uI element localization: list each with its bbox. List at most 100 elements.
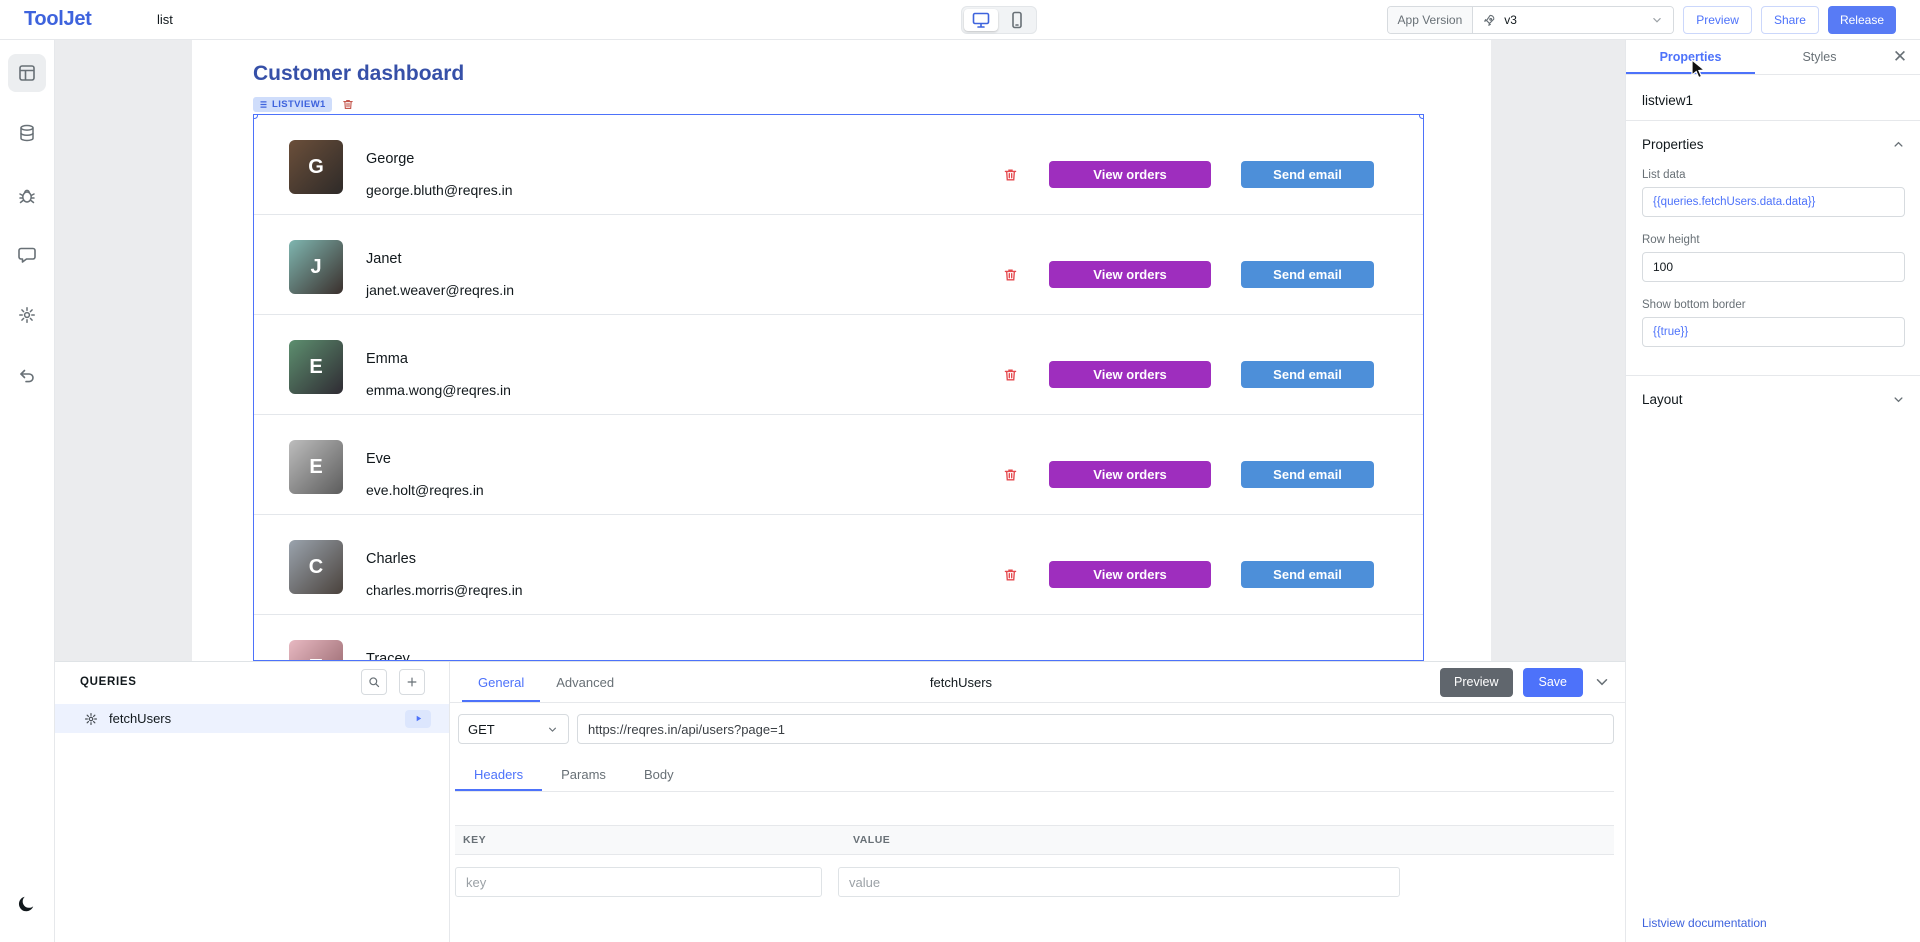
view-orders-button[interactable]: View orders: [1049, 561, 1211, 588]
list-data-input[interactable]: [1642, 187, 1905, 217]
header-key-input[interactable]: [455, 867, 822, 897]
delete-row-icon[interactable]: [1002, 564, 1022, 586]
listview-documentation-link[interactable]: Listview documentation: [1642, 916, 1767, 930]
device-toggle: [961, 6, 1037, 34]
avatar-initial: J: [310, 256, 321, 279]
tab-general[interactable]: General: [462, 662, 540, 702]
query-editor: General Advanced fetchUsers Preview Save…: [450, 662, 1625, 942]
headers-input-row: [455, 867, 1614, 897]
search-query-button[interactable]: [361, 669, 387, 695]
pages-icon[interactable]: [8, 54, 46, 92]
debugger-icon[interactable]: [8, 176, 46, 214]
delete-row-icon[interactable]: [1002, 264, 1022, 286]
header-value-input[interactable]: [838, 867, 1400, 897]
section-properties[interactable]: Properties: [1626, 137, 1920, 152]
page-title: Customer dashboard: [253, 62, 464, 86]
send-email-button[interactable]: Send email: [1241, 561, 1374, 588]
app-name[interactable]: list: [157, 12, 173, 27]
close-icon[interactable]: ✕: [1888, 45, 1912, 69]
query-panel: QUERIES fetchUsers: [55, 661, 1625, 942]
request-tabs: Headers Params Body: [455, 758, 1614, 792]
tab-headers[interactable]: Headers: [455, 758, 542, 791]
plus-icon: [405, 675, 419, 689]
delete-row-icon[interactable]: [1002, 164, 1022, 186]
desktop-view-button[interactable]: [964, 9, 998, 31]
comments-icon[interactable]: [8, 236, 46, 274]
avatar-initial: C: [309, 556, 323, 579]
app-canvas[interactable]: Customer dashboard LISTVIEW1 G George ge…: [192, 40, 1491, 661]
share-button[interactable]: Share: [1761, 6, 1819, 34]
field-label-list-data: List data: [1642, 169, 1904, 181]
undo-icon[interactable]: [8, 357, 46, 395]
tab-body[interactable]: Body: [625, 758, 693, 791]
moon-icon[interactable]: [8, 885, 46, 923]
resize-handle-top-right[interactable]: [1419, 114, 1424, 119]
database-icon[interactable]: [8, 114, 46, 152]
tab-styles[interactable]: Styles: [1755, 40, 1884, 74]
tab-params[interactable]: Params: [542, 758, 625, 791]
tab-advanced[interactable]: Advanced: [540, 662, 630, 702]
collapse-panel-icon[interactable]: [1593, 673, 1611, 691]
rest-api-icon: [83, 711, 99, 727]
app-version-control: App Version v3: [1387, 6, 1675, 34]
send-email-button[interactable]: Send email: [1241, 461, 1374, 488]
send-email-button[interactable]: Send email: [1241, 361, 1374, 388]
view-orders-button[interactable]: View orders: [1049, 461, 1211, 488]
customer-name: Janet: [366, 251, 401, 267]
mobile-icon: [1007, 10, 1027, 30]
customer-name: George: [366, 151, 414, 167]
widget-selection-toolbar: LISTVIEW1: [253, 97, 355, 112]
queries-title: QUERIES: [80, 676, 137, 688]
row-height-input[interactable]: [1642, 252, 1905, 282]
key-column-header: KEY: [455, 834, 838, 846]
view-orders-button[interactable]: View orders: [1049, 161, 1211, 188]
version-select[interactable]: v3: [1473, 7, 1673, 33]
tooljet-logo[interactable]: ToolJet: [24, 8, 92, 31]
avatar: E: [289, 440, 343, 494]
customer-name: Charles: [366, 551, 416, 567]
inspector-tabs: Properties Styles ✕: [1626, 40, 1920, 75]
value-column-header: VALUE: [838, 834, 890, 846]
customer-email: janet.weaver@reqres.in: [366, 282, 514, 298]
show-bottom-border-input[interactable]: [1642, 317, 1905, 347]
divider: [1626, 120, 1920, 121]
selected-widget-name: listview1: [1642, 93, 1904, 108]
add-query-button[interactable]: [399, 669, 425, 695]
section-layout[interactable]: Layout: [1626, 392, 1920, 407]
avatar: C: [289, 540, 343, 594]
query-preview-button[interactable]: Preview: [1440, 668, 1512, 697]
query-save-button[interactable]: Save: [1523, 668, 1584, 697]
widget-delete-icon[interactable]: [341, 97, 355, 112]
tab-properties[interactable]: Properties: [1626, 40, 1755, 74]
delete-row-icon[interactable]: [1002, 364, 1022, 386]
avatar: G: [289, 140, 343, 194]
query-name: fetchUsers: [109, 711, 171, 726]
request-row: GET: [458, 714, 1614, 744]
send-email-button[interactable]: Send email: [1241, 261, 1374, 288]
desktop-icon: [971, 10, 991, 30]
headers-table-header: KEY VALUE: [455, 825, 1614, 855]
settings-icon[interactable]: [8, 296, 46, 334]
field-label-row-height: Row height: [1642, 234, 1904, 246]
avatar: T: [289, 640, 343, 661]
http-method-select[interactable]: GET: [458, 714, 569, 744]
customer-email: emma.wong@reqres.in: [366, 382, 511, 398]
view-orders-button[interactable]: View orders: [1049, 261, 1211, 288]
send-email-button[interactable]: Send email: [1241, 161, 1374, 188]
run-query-icon[interactable]: [405, 710, 431, 728]
delete-row-icon[interactable]: [1002, 464, 1022, 486]
version-value: v3: [1504, 13, 1517, 27]
customer-email: george.bluth@reqres.in: [366, 182, 513, 198]
release-button[interactable]: Release: [1828, 6, 1896, 34]
url-input[interactable]: [577, 714, 1614, 744]
customer-name: Tracey: [366, 651, 410, 661]
listview-widget[interactable]: G George george.bluth@reqres.in View ord…: [253, 114, 1424, 661]
query-list-item-fetchusers[interactable]: fetchUsers: [55, 704, 449, 733]
widget-badge: LISTVIEW1: [253, 97, 332, 112]
preview-button[interactable]: Preview: [1683, 6, 1752, 34]
mobile-view-button[interactable]: [1000, 9, 1034, 31]
list-item: C Charles charles.morris@reqres.in View …: [254, 515, 1423, 615]
search-icon: [367, 675, 381, 689]
queries-sidebar: QUERIES fetchUsers: [55, 662, 450, 942]
view-orders-button[interactable]: View orders: [1049, 361, 1211, 388]
